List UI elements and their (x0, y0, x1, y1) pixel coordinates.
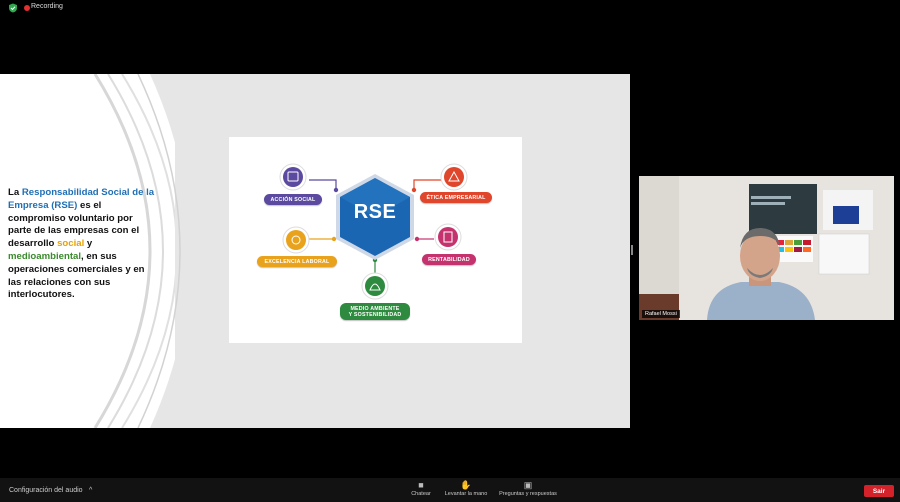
label-medio-ambiente-line2: Y SOSTENIBILIDAD (348, 311, 402, 318)
raise-hand-label: Levantar la mano (444, 491, 488, 497)
audio-settings-button[interactable]: Configuración del audio (9, 487, 83, 494)
hand-icon: ✋ (460, 480, 472, 490)
label-accion-social-text: ACCIÓN SOCIAL (270, 196, 316, 203)
rse-graphic: RSE ACCIÓN SOCIAL EXCELENCIA LABORAL MED… (229, 137, 522, 343)
qa-bubbles-icon: ▣ (523, 480, 533, 490)
qa-button[interactable]: ▣ Preguntas y respuestas (494, 480, 562, 497)
recording-dot-icon (24, 5, 30, 11)
label-excelencia-laboral: EXCELENCIA LABORAL (257, 256, 337, 267)
text-highlight-medioambiental: medioambiental (8, 250, 82, 262)
chat-label: Chatear (411, 491, 431, 497)
rse-center-label: RSE (353, 201, 397, 223)
meeting-control-bar: Configuración del audio ^ ■ Chatear ✋ Le… (0, 478, 900, 502)
text-part: y (84, 238, 93, 250)
chat-button[interactable]: ■ Chatear (404, 480, 438, 497)
label-etica-empresarial: ÉTICA EMPRESARIAL (420, 192, 492, 203)
video-frame-illustration (639, 176, 894, 320)
label-accion-social: ACCIÓN SOCIAL (264, 194, 322, 205)
text-part: La (8, 187, 22, 198)
label-excelencia-laboral-text: EXCELENCIA LABORAL (264, 258, 330, 265)
raise-hand-button[interactable]: ✋ Levantar la mano (441, 480, 491, 497)
chat-bubble-icon: ■ (418, 480, 424, 490)
label-rentabilidad-text: RENTABILIDAD (428, 256, 470, 263)
participant-video[interactable]: Rafael Mossi (639, 176, 894, 320)
shield-check-icon (9, 3, 17, 13)
label-medio-ambiente: MEDIO AMBIENTE Y SOSTENIBILIDAD (340, 303, 410, 320)
qa-label: Preguntas y respuestas (499, 491, 557, 497)
participant-name-tag: Rafael Mossi (642, 310, 680, 318)
recording-label: Recording (31, 3, 63, 10)
text-highlight-social: social (57, 238, 85, 250)
chevron-up-icon[interactable]: ^ (89, 487, 92, 494)
slide-body-text: La Responsabilidad Social de la Empresa … (8, 187, 158, 302)
label-rentabilidad: RENTABILIDAD (422, 254, 476, 265)
leave-button[interactable]: Sair (864, 485, 894, 497)
top-bar: Recording (0, 0, 900, 16)
label-etica-empresarial-text: ÉTICA EMPRESARIAL (426, 194, 486, 201)
panel-resize-handle[interactable] (631, 245, 633, 255)
shared-slide: La Responsabilidad Social de la Empresa … (0, 74, 630, 428)
